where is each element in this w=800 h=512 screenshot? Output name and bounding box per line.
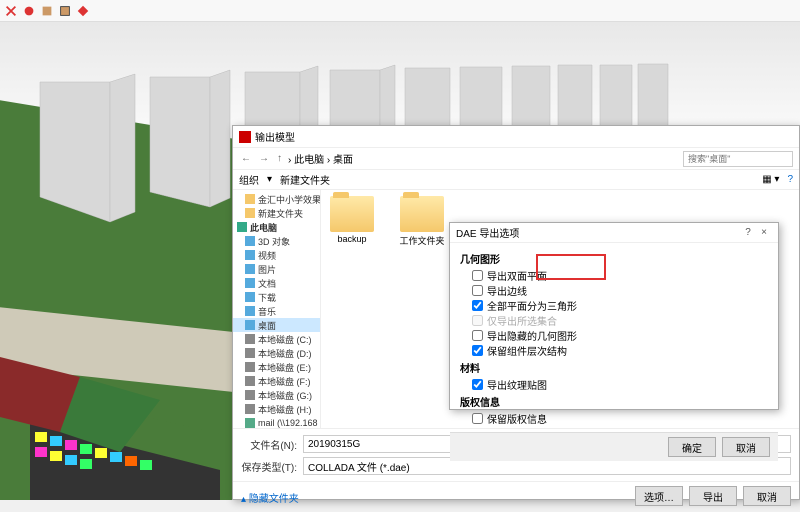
checkbox[interactable] bbox=[472, 379, 483, 390]
netdrive-icon bbox=[245, 418, 255, 428]
tree-item-3D[interactable]: 3D 对象 bbox=[233, 234, 320, 248]
checkbox[interactable] bbox=[472, 270, 483, 281]
cube2-icon[interactable] bbox=[58, 4, 72, 18]
group-label-geometry: 几何图形 bbox=[460, 251, 768, 266]
paint-icon[interactable] bbox=[22, 4, 36, 18]
option-保留组件层次结构[interactable]: 保留组件层次结构 bbox=[472, 343, 768, 358]
tree-item-H[interactable]: 本地磁盘 (H:) bbox=[233, 402, 320, 416]
tree-item-C[interactable]: 本地磁盘 (C:) bbox=[233, 332, 320, 346]
forward-icon[interactable]: → bbox=[257, 153, 271, 164]
view-icon[interactable]: ▦ ▾ bbox=[762, 174, 779, 185]
drive-icon bbox=[245, 334, 255, 344]
cancel-button[interactable]: 取消 bbox=[743, 486, 791, 506]
option-导出纹理贴图[interactable]: 导出纹理贴图 bbox=[472, 377, 768, 392]
3d-icon bbox=[245, 236, 255, 246]
filename-label: 文件名(N): bbox=[241, 437, 297, 452]
new-folder-button[interactable]: 新建文件夹 bbox=[280, 172, 330, 187]
option-导出隐藏的几何图形[interactable]: 导出隐藏的几何图形 bbox=[472, 328, 768, 343]
tree-item-E[interactable]: 本地磁盘 (E:) bbox=[233, 360, 320, 374]
doc-icon bbox=[245, 278, 255, 288]
checkbox[interactable] bbox=[472, 285, 483, 296]
tree-item-[interactable]: 下载 bbox=[233, 290, 320, 304]
ok-button[interactable]: 确定 bbox=[668, 437, 716, 457]
group-label-material: 材料 bbox=[460, 360, 768, 375]
tree-item-[interactable]: 桌面 bbox=[233, 318, 320, 332]
hide-folders-link[interactable]: ▴ 隐藏文件夹 bbox=[233, 488, 307, 507]
breadcrumb[interactable]: › 此电脑 › 桌面 bbox=[288, 151, 679, 166]
option-全部平面分为三角形[interactable]: 全部平面分为三角形 bbox=[472, 298, 768, 313]
drive-icon bbox=[245, 390, 255, 400]
dialog-nav: ← → ↑ › 此电脑 › 桌面 bbox=[233, 148, 799, 170]
tree-item-D[interactable]: 本地磁盘 (D:) bbox=[233, 346, 320, 360]
option-仅导出所选集合: 仅导出所选集合 bbox=[472, 313, 768, 328]
options-title: DAE 导出选项 bbox=[456, 225, 519, 240]
tree-item-[interactable]: 音乐 bbox=[233, 304, 320, 318]
tree-item-[interactable]: 此电脑 bbox=[233, 220, 320, 234]
drive-icon bbox=[245, 404, 255, 414]
app-icon bbox=[239, 131, 251, 143]
option-导出边线[interactable]: 导出边线 bbox=[472, 283, 768, 298]
tree-item-[interactable]: 图片 bbox=[233, 262, 320, 276]
options-button[interactable]: 选项… bbox=[635, 486, 683, 506]
music-icon bbox=[245, 306, 255, 316]
dialog-title: 输出模型 bbox=[255, 129, 295, 144]
pic-icon bbox=[245, 264, 255, 274]
organize-menu[interactable]: 组织 bbox=[239, 172, 259, 187]
back-icon[interactable]: ← bbox=[239, 153, 253, 164]
folder-icon bbox=[245, 194, 255, 204]
folder-tree[interactable]: 金汇中小学效果新建文件夹此电脑3D 对象视频图片文档下载音乐桌面本地磁盘 (C:… bbox=[233, 190, 321, 428]
cancel-options-button[interactable]: 取消 bbox=[722, 437, 770, 457]
help-icon[interactable]: ? bbox=[787, 174, 793, 185]
dl-icon bbox=[245, 292, 255, 302]
app-toolbar bbox=[0, 0, 800, 22]
checkbox[interactable] bbox=[472, 300, 483, 311]
gem-icon[interactable] bbox=[76, 4, 90, 18]
video-icon bbox=[245, 250, 255, 260]
option-导出双面平面[interactable]: 导出双面平面 bbox=[472, 268, 768, 283]
dialog-titlebar[interactable]: 输出模型 bbox=[233, 126, 799, 148]
close-icon[interactable]: × bbox=[756, 227, 772, 238]
drive-icon bbox=[245, 362, 255, 372]
tree-item-[interactable]: 视频 bbox=[233, 248, 320, 262]
tree-item-G[interactable]: 本地磁盘 (G:) bbox=[233, 388, 320, 402]
tree-item-[interactable]: 金汇中小学效果 bbox=[233, 192, 320, 206]
up-icon[interactable]: ↑ bbox=[275, 153, 284, 164]
tree-item-[interactable]: 新建文件夹 bbox=[233, 206, 320, 220]
dialog-toolbar: 组织 ▾ 新建文件夹 ▦ ▾ ? bbox=[233, 170, 799, 190]
dae-options-dialog: DAE 导出选项 ? × 几何图形导出双面平面导出边线全部平面分为三角形仅导出所… bbox=[449, 222, 779, 410]
tree-item-[interactable]: 文档 bbox=[233, 276, 320, 290]
checkbox[interactable] bbox=[472, 413, 483, 424]
desktop-icon bbox=[245, 320, 255, 330]
options-titlebar[interactable]: DAE 导出选项 ? × bbox=[450, 223, 778, 243]
drive-icon bbox=[245, 376, 255, 386]
checkbox[interactable] bbox=[472, 345, 483, 356]
pc-icon bbox=[237, 222, 247, 232]
group-label-copyright: 版权信息 bbox=[460, 394, 768, 409]
folder-icon bbox=[245, 208, 255, 218]
savetype-label: 保存类型(T): bbox=[241, 459, 297, 474]
tree-item-mail192168[interactable]: mail (\\192.168 bbox=[233, 416, 320, 428]
export-button[interactable]: 导出 bbox=[689, 486, 737, 506]
cube-icon[interactable] bbox=[40, 4, 54, 18]
option-保留版权信息[interactable]: 保留版权信息 bbox=[472, 411, 768, 426]
scissors-icon[interactable] bbox=[4, 4, 18, 18]
folder-icon bbox=[330, 196, 374, 232]
checkbox bbox=[472, 315, 483, 326]
file-item[interactable]: 工作文件夹 bbox=[397, 196, 447, 247]
help-icon[interactable]: ? bbox=[740, 227, 756, 238]
checkbox[interactable] bbox=[472, 330, 483, 341]
folder-icon bbox=[400, 196, 444, 232]
tree-item-F[interactable]: 本地磁盘 (F:) bbox=[233, 374, 320, 388]
file-item[interactable]: backup bbox=[327, 196, 377, 244]
search-input[interactable] bbox=[683, 151, 793, 167]
drive-icon bbox=[245, 348, 255, 358]
